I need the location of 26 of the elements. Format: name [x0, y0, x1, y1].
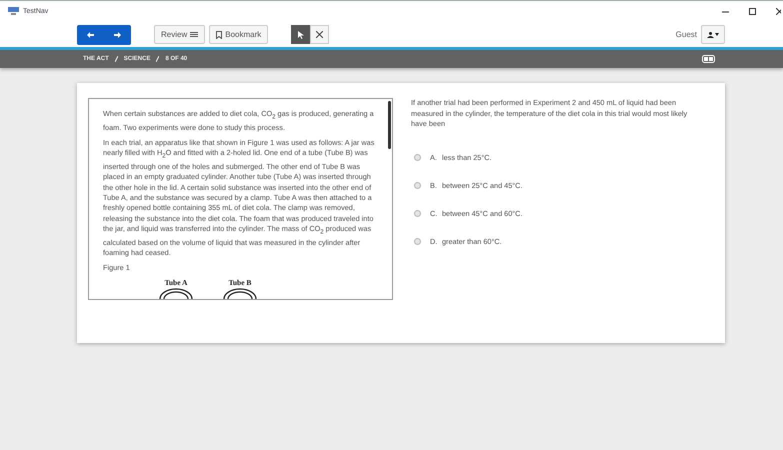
- cursor-icon: [298, 30, 304, 38]
- user-name: Guest: [676, 30, 697, 39]
- eliminate-tool-button[interactable]: [310, 25, 330, 44]
- tube-drawing: [223, 287, 257, 299]
- radio-button[interactable]: [414, 210, 421, 216]
- separator-icon: [114, 56, 118, 62]
- right-arrow-icon: [114, 32, 121, 38]
- caret-icon: [715, 33, 719, 36]
- radio-button[interactable]: [414, 154, 421, 160]
- left-arrow-icon: [87, 32, 94, 38]
- pointer-tool-button[interactable]: [291, 25, 310, 44]
- radio-button[interactable]: [414, 182, 421, 188]
- bookmark-button[interactable]: Bookmark: [209, 25, 268, 44]
- list-icon: [190, 32, 198, 38]
- separator-icon: [156, 56, 160, 62]
- review-button[interactable]: Review: [154, 25, 206, 44]
- user-menu-button[interactable]: [701, 25, 725, 44]
- cross-icon: [316, 31, 324, 38]
- keyboard-toggle-icon[interactable]: [702, 55, 715, 63]
- scrollbar-thumb[interactable]: [388, 101, 391, 149]
- maximize-icon[interactable]: [749, 8, 756, 15]
- app-logo-icon: [8, 7, 19, 16]
- close-icon[interactable]: [776, 8, 781, 15]
- tube-drawing: [159, 287, 193, 299]
- radio-button[interactable]: [414, 238, 421, 244]
- bookmark-icon: [216, 30, 222, 38]
